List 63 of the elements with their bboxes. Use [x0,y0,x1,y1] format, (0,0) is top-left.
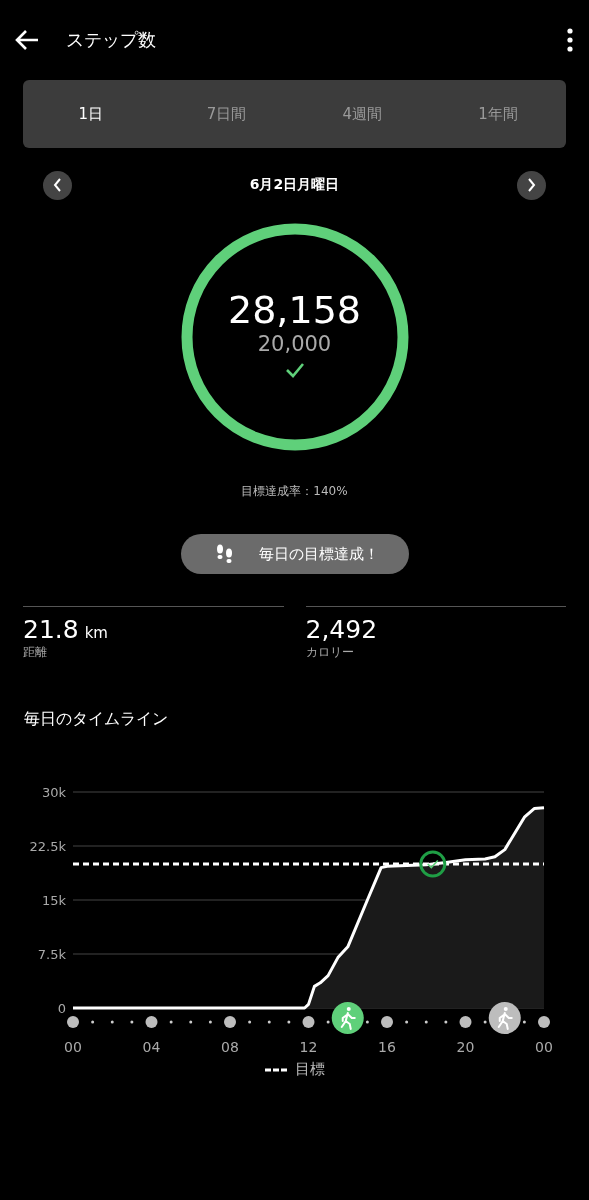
chevron-left-icon [52,178,63,192]
hour-dot [67,1016,79,1028]
legend-label: 目標 [294,1060,325,1079]
hour-tick [405,1020,409,1024]
x-axis-label: 00 [64,1039,82,1055]
date-label: 6月2日月曜日 [249,176,340,194]
hour-tick [267,1020,271,1024]
hour-tick [189,1020,193,1024]
hour-tick [248,1020,252,1024]
stat-label: 距離 [23,644,48,661]
hour-tick [208,1020,212,1024]
chevron-right-icon [526,178,537,192]
hour-dot [538,1016,550,1028]
hour-tick [130,1020,134,1024]
hour-tick [365,1020,369,1024]
section-title: 毎日のタイムライン [24,709,169,730]
x-axis-label: 00 [535,1039,553,1055]
goal-reached-marker [419,850,447,878]
period-tab[interactable]: 1日 [23,80,159,148]
back-icon[interactable] [14,29,40,51]
x-axis-label: 04 [142,1039,161,1055]
stat-unit: km [84,624,108,642]
hour-dot [459,1016,472,1028]
next-day-button[interactable] [517,170,546,200]
period-tab[interactable]: 7日間 [158,80,295,148]
hour-tick [483,1020,487,1024]
hour-tick [110,1020,114,1024]
walking-activity-marker[interactable] [331,1002,364,1034]
previous-day-button[interactable] [43,170,72,200]
step-count: 28,158 [228,288,361,332]
hour-tick [444,1020,448,1024]
stat-value: 2,492 [305,615,378,644]
hour-dot [302,1016,315,1028]
hour-tick [91,1020,95,1024]
y-axis-label: 22.5k [29,839,66,854]
screen-title: ステップ数 [66,28,157,52]
x-axis-label: 12 [299,1039,318,1055]
legend-dash-icon [264,1067,287,1072]
period-tab[interactable]: 4週間 [294,80,431,148]
y-axis-label: 30k [41,785,66,800]
footprints-icon [214,544,235,564]
hour-tick [522,1020,526,1024]
achievement-rate: 目標達成率：140% [240,483,349,500]
step-goal: 20,000 [257,332,332,356]
period-tab[interactable]: 1年間 [430,80,566,148]
x-axis-label: 20 [456,1039,475,1055]
hour-dot [381,1016,393,1028]
badge-text: 毎日の目標達成！ [258,544,379,564]
hour-tick [424,1020,428,1024]
hour-tick [169,1020,173,1024]
x-axis-label: 08 [221,1039,239,1055]
hour-dot [145,1016,158,1028]
hour-tick [287,1020,291,1024]
x-axis-label: 16 [378,1039,396,1055]
walking-activity-marker[interactable] [488,1002,521,1034]
hour-dot [224,1016,236,1028]
hour-tick [326,1020,330,1024]
more-icon[interactable] [567,28,573,52]
y-axis-label: 15k [41,893,66,908]
y-axis-label: 7.5k [37,947,66,962]
stat-label: カロリー [305,644,355,661]
y-axis-label: 0 [57,1001,66,1016]
stat-value: 21.8 [23,615,79,644]
